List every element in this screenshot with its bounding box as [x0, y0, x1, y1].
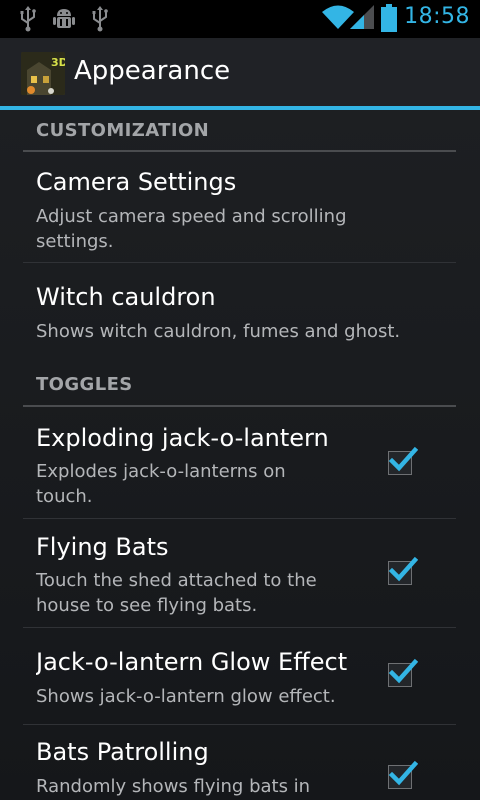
- action-bar: 3D Appearance: [0, 38, 480, 110]
- usb-icon: [92, 6, 108, 32]
- checkmark-icon: [388, 556, 418, 582]
- item-title: Jack-o-lantern Glow Effect: [36, 648, 348, 676]
- item-title: Exploding jack-o-lantern: [36, 424, 329, 452]
- item-divider: [23, 627, 456, 628]
- preferences-list: CUSTOMIZATION Camera Settings Adjust cam…: [0, 110, 480, 800]
- usb-icon: [20, 6, 36, 32]
- checkbox-bats-patrolling[interactable]: [388, 760, 418, 789]
- page-title: Appearance: [74, 56, 231, 86]
- app-icon[interactable]: 3D: [21, 52, 65, 95]
- item-summary: Explodes jack-o-lanterns on touch.: [36, 461, 286, 507]
- item-divider: [23, 262, 456, 263]
- category-divider: [23, 405, 456, 407]
- checkmark-icon: [388, 446, 418, 472]
- category-header-toggles: TOGGLES: [36, 374, 133, 395]
- status-time: 18:58: [404, 4, 470, 29]
- checkbox-jack-o-lantern-glow-effect[interactable]: [388, 658, 418, 687]
- item-summary: Adjust camera speed and scrolling settin…: [36, 206, 347, 252]
- signal-icon: [350, 5, 374, 29]
- checkmark-icon: [388, 760, 418, 786]
- item-divider: [23, 518, 456, 519]
- item-title: Witch cauldron: [36, 283, 216, 311]
- item-summary: Randomly shows flying bats in: [36, 776, 311, 797]
- checkbox-exploding-jack-o-lantern[interactable]: [388, 446, 418, 475]
- checkmark-icon: [388, 658, 418, 684]
- android-debug-icon: [53, 9, 75, 28]
- item-title: Flying Bats: [36, 533, 169, 561]
- item-summary: Shows jack-o-lantern glow effect.: [36, 686, 336, 707]
- category-divider: [23, 150, 456, 152]
- item-summary: Touch the shed attached to the house to …: [36, 570, 317, 616]
- status-bar: 18:58: [0, 0, 480, 38]
- item-divider: [23, 724, 456, 725]
- item-title: Bats Patrolling: [36, 738, 209, 766]
- checkbox-flying-bats[interactable]: [388, 556, 418, 585]
- battery-icon: [381, 4, 397, 32]
- item-title: Camera Settings: [36, 168, 237, 196]
- svg-text:3D: 3D: [51, 56, 65, 69]
- category-header-customization: CUSTOMIZATION: [36, 120, 210, 141]
- item-summary: Shows witch cauldron, fumes and ghost.: [36, 321, 401, 342]
